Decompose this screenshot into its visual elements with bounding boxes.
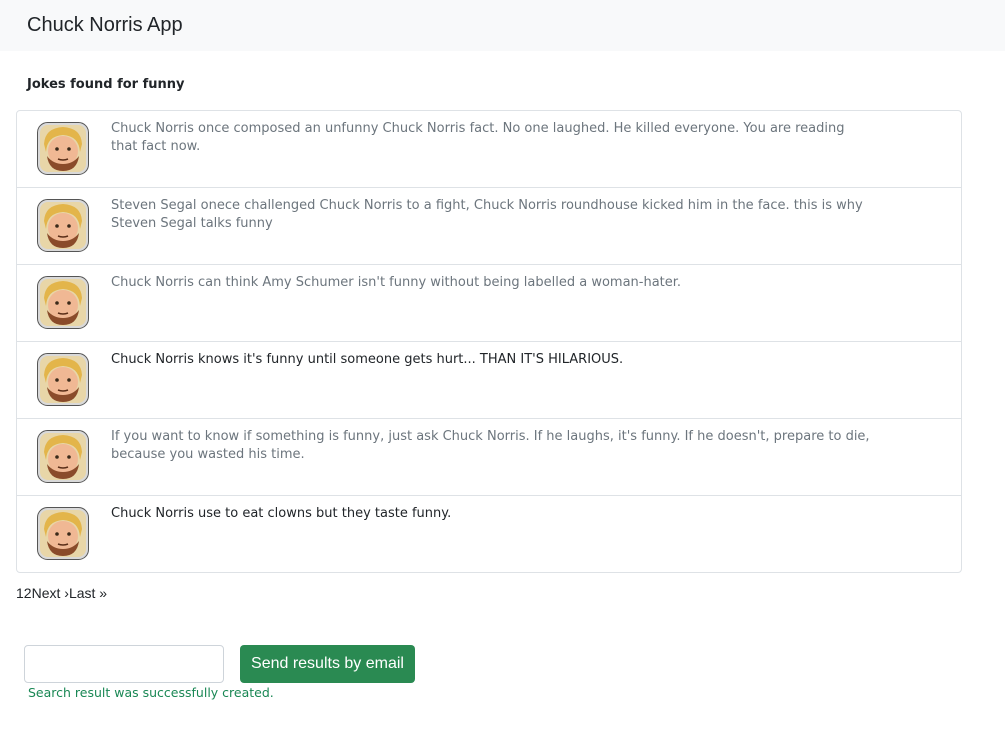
joke-text: Chuck Norris knows it's funny until some… [111,352,624,367]
joke-text: Chuck Norris can think Amy Schumer isn't… [111,275,682,290]
email-input[interactable] [24,645,224,683]
send-results-button[interactable]: Send results by email [240,645,415,683]
page-1-link[interactable]: 1 [16,585,24,601]
page-2-link[interactable]: 2 [24,585,32,601]
chuck-norris-avatar-icon [37,430,89,483]
pagination: 12Next ›Last » [16,585,107,601]
list-item: If you want to know if something is funn… [17,419,961,496]
list-item: Chuck Norris can think Amy Schumer isn't… [17,265,961,342]
status-message: Search result was successfully created. [28,685,274,700]
chuck-norris-avatar-icon [37,353,89,406]
joke-text: Chuck Norris use to eat clowns but they … [111,506,452,521]
chuck-norris-avatar-icon [37,122,89,175]
chuck-norris-avatar-icon [37,507,89,560]
chuck-norris-avatar-icon [37,199,89,252]
list-item: Steven Segal onece challenged Chuck Norr… [17,188,961,265]
results-heading: Jokes found for funny [27,77,185,92]
last-page-link[interactable]: Last » [69,585,107,601]
joke-text: If you want to know if something is funn… [111,429,870,462]
chuck-norris-avatar-icon [37,276,89,329]
joke-text: Steven Segal onece challenged Chuck Norr… [111,198,863,231]
navbar: Chuck Norris App [0,0,1005,51]
list-item: Chuck Norris once composed an unfunny Ch… [17,111,961,188]
next-page-link[interactable]: Next › [32,585,69,601]
list-item: Chuck Norris knows it's funny until some… [17,342,961,419]
jokes-list: Chuck Norris once composed an unfunny Ch… [16,110,962,573]
app-brand[interactable]: Chuck Norris App [27,14,183,37]
joke-text: Chuck Norris once composed an unfunny Ch… [111,121,845,154]
list-item: Chuck Norris use to eat clowns but they … [17,496,961,572]
